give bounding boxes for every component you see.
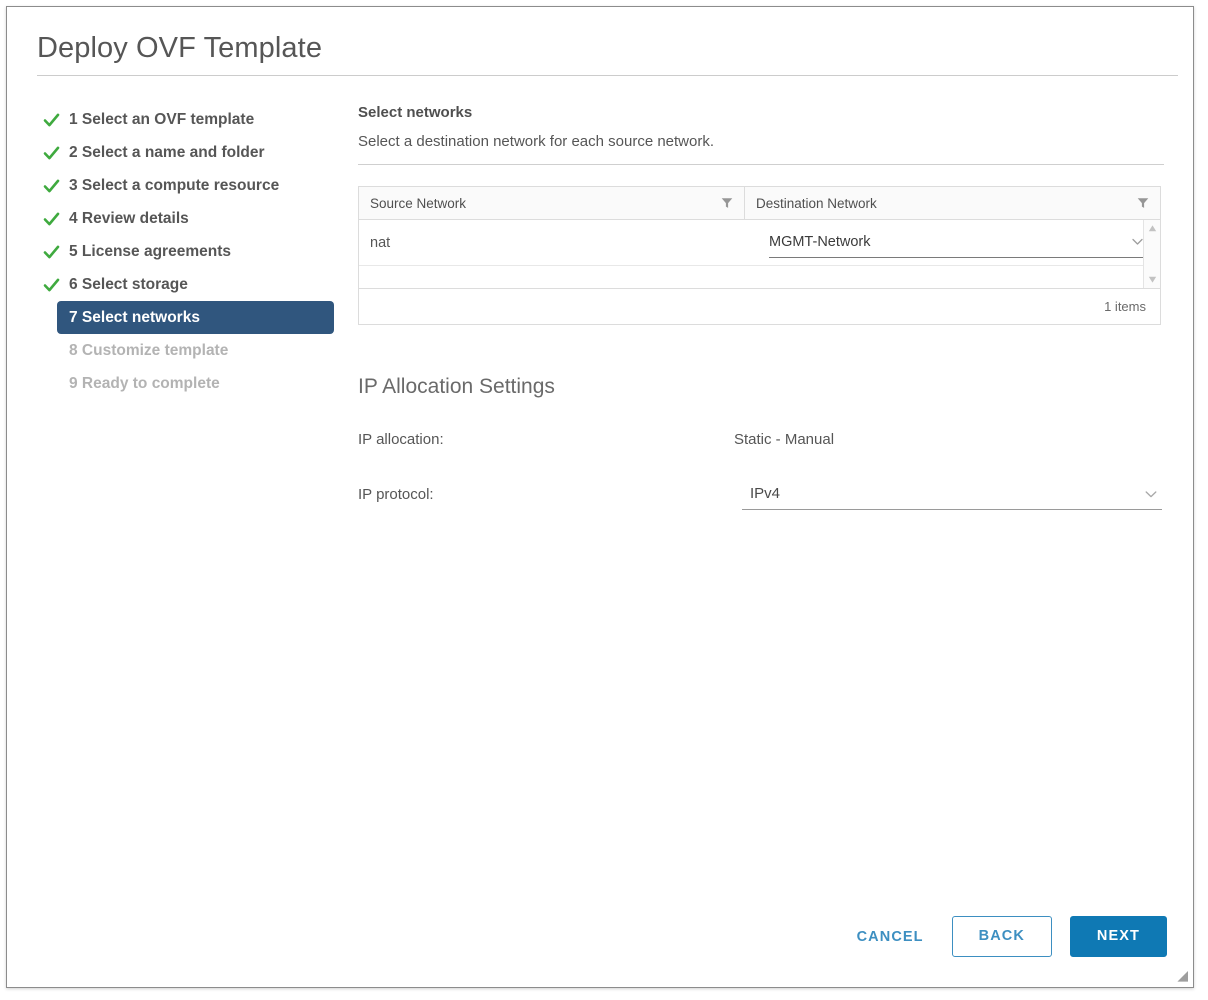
cell-source-network: nat — [370, 234, 391, 251]
check-icon — [43, 245, 60, 258]
dialog-footer: CANCEL BACK NEXT — [847, 916, 1167, 957]
sidebar-item-label: 9 Ready to complete — [69, 374, 220, 392]
sidebar-item-label: 8 Customize template — [69, 341, 229, 359]
table-vertical-scrollbar[interactable] — [1143, 220, 1160, 288]
cancel-button[interactable]: CANCEL — [847, 921, 934, 953]
column-header-source-network[interactable]: Source Network — [359, 187, 745, 219]
destination-network-value: MGMT-Network — [769, 234, 871, 250]
check-icon — [43, 278, 60, 291]
ip-allocation-value: Static - Manual — [734, 430, 835, 448]
cell-destination-network: MGMT-Network — [745, 220, 1160, 265]
ip-allocation-row: IP allocation: Static - Manual — [358, 427, 1178, 451]
sidebar-item-ready-to-complete[interactable]: 9 Ready to complete — [33, 367, 343, 400]
sidebar-item-select-storage[interactable]: 6 Select storage — [33, 268, 343, 301]
scroll-down-icon[interactable] — [1148, 275, 1157, 284]
wizard-steps-nav: 1 Select an OVF template 2 Select a name… — [33, 103, 343, 400]
sidebar-item-label: 3 Select a compute resource — [69, 176, 280, 194]
filter-icon[interactable] — [1137, 197, 1149, 209]
next-button[interactable]: NEXT — [1069, 916, 1167, 957]
sidebar-item-select-ovf-template[interactable]: 1 Select an OVF template — [33, 103, 343, 136]
table-body: nat MGMT-Network — [359, 220, 1160, 289]
resize-handle-icon[interactable] — [1175, 969, 1189, 983]
sidebar-item-label: 6 Select storage — [69, 275, 188, 293]
dialog-header: Deploy OVF Template — [37, 29, 1178, 76]
ip-protocol-select[interactable]: IPv4 — [742, 478, 1162, 510]
sidebar-item-select-compute-resource[interactable]: 3 Select a compute resource — [33, 169, 343, 202]
sidebar-item-label: 7 Select networks — [69, 308, 200, 326]
check-icon — [43, 212, 60, 225]
title-divider — [37, 75, 1178, 76]
ip-protocol-row: IP protocol: IPv4 — [358, 478, 1178, 510]
column-header-label: Destination Network — [756, 195, 877, 211]
table-empty-space — [359, 266, 1160, 289]
main-content: Select networks Select a destination net… — [358, 103, 1178, 510]
section-heading: Select networks — [358, 104, 473, 121]
sidebar-item-label: 5 License agreements — [69, 242, 231, 260]
table-header-row: Source Network Destination Network — [359, 187, 1160, 220]
ip-protocol-value: IPv4 — [750, 485, 781, 502]
check-icon — [43, 146, 60, 159]
sidebar-item-label: 2 Select a name and folder — [69, 143, 265, 161]
sidebar-item-license-agreements[interactable]: 5 License agreements — [33, 235, 343, 268]
sidebar-item-label: 4 Review details — [69, 209, 189, 227]
sidebar-item-select-name-and-folder[interactable]: 2 Select a name and folder — [33, 136, 343, 169]
chevron-down-icon — [1145, 491, 1157, 498]
check-icon — [43, 179, 60, 192]
table-row: nat MGMT-Network — [359, 220, 1160, 266]
table-footer: 1 items — [359, 289, 1160, 324]
sidebar-item-label: 1 Select an OVF template — [69, 110, 255, 128]
ip-protocol-label: IP protocol: — [358, 485, 434, 503]
section-divider — [358, 164, 1164, 165]
deploy-ovf-template-dialog: Deploy OVF Template 1 Select an OVF temp… — [6, 6, 1194, 988]
column-header-label: Source Network — [370, 195, 467, 211]
back-button[interactable]: BACK — [951, 916, 1052, 957]
filter-icon[interactable] — [721, 197, 733, 209]
check-icon — [43, 113, 60, 126]
sidebar-item-customize-template[interactable]: 8 Customize template — [33, 334, 343, 367]
column-header-destination-network[interactable]: Destination Network — [745, 187, 1160, 219]
ip-allocation-heading: IP Allocation Settings — [358, 375, 555, 398]
scroll-up-icon[interactable] — [1148, 224, 1157, 233]
section-subheading: Select a destination network for each so… — [358, 133, 715, 150]
page-title: Deploy OVF Template — [37, 32, 323, 64]
sidebar-item-review-details[interactable]: 4 Review details — [33, 202, 343, 235]
sidebar-item-select-networks[interactable]: 7 Select networks — [57, 301, 334, 334]
networks-table: Source Network Destination Network nat M… — [358, 186, 1161, 325]
ip-allocation-label: IP allocation: — [358, 430, 444, 448]
item-count-label: 1 items — [1104, 299, 1146, 314]
destination-network-select[interactable]: MGMT-Network — [769, 228, 1146, 258]
